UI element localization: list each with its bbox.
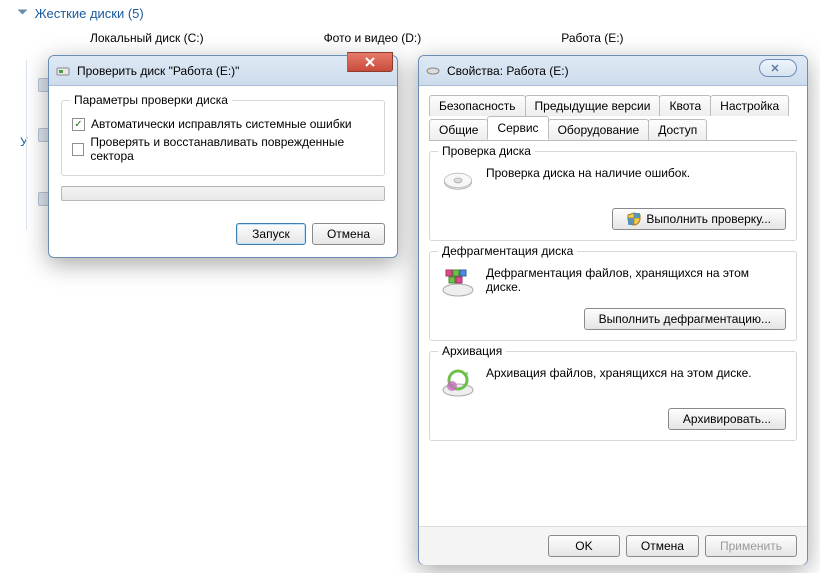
shield-icon — [627, 212, 641, 226]
checkbox-scan-recover[interactable] — [72, 143, 84, 156]
group-disk-check: Проверка диска Проверка диска на наличие… — [429, 151, 797, 241]
drive-row: Локальный диск (C:) Фото и видео (D:) Ра… — [20, 31, 820, 45]
collapse-caret-icon — [18, 10, 28, 15]
tab-previous-versions[interactable]: Предыдущие версии — [525, 95, 661, 116]
checkbox-auto-fix[interactable]: ✓ — [72, 118, 85, 131]
properties-body: Безопасность Предыдущие версии Квота Нас… — [419, 86, 807, 526]
group-defrag-legend: Дефрагментация диска — [438, 244, 577, 258]
run-backup-button[interactable]: Архивировать... — [668, 408, 786, 430]
tab-security[interactable]: Безопасность — [429, 95, 526, 116]
tab-hardware[interactable]: Оборудование — [548, 119, 650, 140]
group-defrag: Дефрагментация диска Дефрагментация файл… — [429, 251, 797, 341]
tab-quota[interactable]: Квота — [659, 95, 711, 116]
checkbox-scan-recover-label: Проверять и восстанавливать поврежденные… — [90, 135, 374, 163]
group-check-params-legend: Параметры проверки диска — [70, 93, 232, 107]
group-backup: Архивация Архивация файлов, хранящихся н… — [429, 351, 797, 441]
disk-check-icon — [440, 166, 476, 198]
checkbox-scan-recover-row[interactable]: Проверять и восстанавливать поврежденные… — [72, 133, 374, 165]
drive-d[interactable]: Фото и видео (D:) — [324, 31, 422, 45]
tab-tools[interactable]: Сервис — [487, 116, 548, 140]
tab-sharing[interactable]: Доступ — [648, 119, 707, 140]
tab-general[interactable]: Общие — [429, 119, 488, 140]
close-button[interactable] — [347, 52, 393, 72]
start-button[interactable]: Запуск — [236, 223, 306, 245]
checkbox-auto-fix-label: Автоматически исправлять системные ошибк… — [91, 117, 352, 131]
group-disk-check-legend: Проверка диска — [438, 144, 535, 158]
defrag-icon — [440, 266, 476, 298]
run-backup-button-label: Архивировать... — [683, 412, 771, 426]
tab-strip: Безопасность Предыдущие версии Квота Нас… — [429, 92, 797, 141]
run-defrag-button-label: Выполнить дефрагментацию... — [599, 312, 771, 326]
check-disk-body: Параметры проверки диска ✓ Автоматически… — [49, 86, 397, 257]
cancel-button[interactable]: Отмена — [312, 223, 385, 245]
defrag-text: Дефрагментация файлов, хранящихся на это… — [486, 266, 786, 294]
drive-c[interactable]: Локальный диск (C:) — [90, 31, 204, 45]
tree-guide-line — [26, 60, 27, 230]
disk-check-text: Проверка диска на наличие ошибок. — [486, 166, 690, 180]
drive-icon — [55, 63, 71, 79]
drive-category-header[interactable]: Жесткие диски (5) — [20, 0, 820, 31]
category-label: Жесткие диски (5) — [35, 6, 144, 21]
check-disk-titlebar[interactable]: Проверить диск "Работа (E:)" — [49, 56, 397, 86]
check-disk-button-row: Запуск Отмена — [61, 223, 385, 245]
cancel-button[interactable]: Отмена — [626, 535, 699, 557]
run-defrag-button[interactable]: Выполнить дефрагментацию... — [584, 308, 786, 330]
run-check-button-label: Выполнить проверку... — [646, 212, 771, 226]
window-controls — [347, 52, 393, 72]
properties-titlebar[interactable]: Свойства: Работа (E:) — [419, 56, 807, 86]
group-backup-legend: Архивация — [438, 344, 506, 358]
close-icon — [364, 57, 376, 67]
properties-window: Свойства: Работа (E:) Безопасность Преды… — [418, 55, 808, 565]
help-button[interactable] — [759, 59, 797, 77]
properties-button-row: OK Отмена Применить — [419, 526, 807, 565]
check-disk-title: Проверить диск "Работа (E:)" — [77, 64, 239, 78]
backup-icon — [440, 366, 476, 398]
apply-button[interactable]: Применить — [705, 535, 797, 557]
check-disk-dialog: Проверить диск "Работа (E:)" Параметры п… — [48, 55, 398, 258]
drive-e[interactable]: Работа (E:) — [561, 31, 623, 45]
checkbox-auto-fix-row[interactable]: ✓ Автоматически исправлять системные оши… — [72, 115, 374, 133]
backup-text: Архивация файлов, хранящихся на этом дис… — [486, 366, 752, 380]
properties-title: Свойства: Работа (E:) — [447, 64, 569, 78]
run-check-button[interactable]: Выполнить проверку... — [612, 208, 786, 230]
ok-button[interactable]: OK — [548, 535, 620, 557]
progress-bar — [61, 186, 385, 201]
tab-customize[interactable]: Настройка — [710, 95, 789, 116]
drive-icon — [425, 63, 441, 79]
group-check-params: Параметры проверки диска ✓ Автоматически… — [61, 100, 385, 176]
